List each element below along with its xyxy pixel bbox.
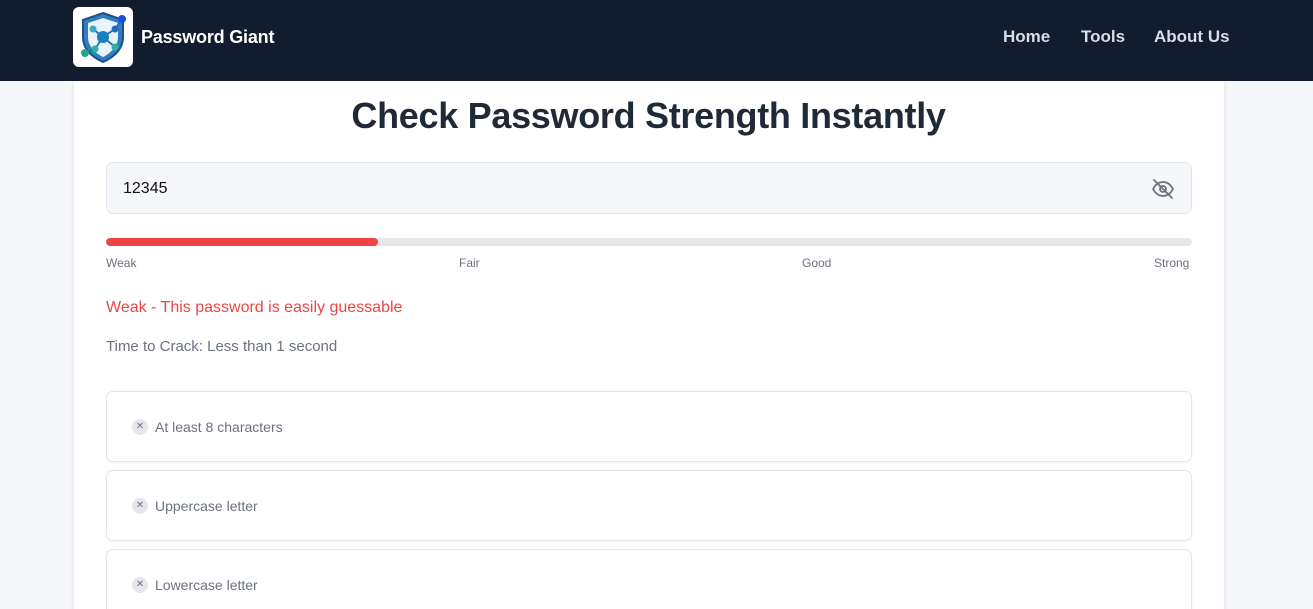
brand-name[interactable]: Password Giant <box>141 27 274 48</box>
password-input[interactable] <box>123 177 1123 201</box>
nav-tools[interactable]: Tools <box>1081 27 1125 47</box>
x-icon: ✕ <box>132 577 148 593</box>
x-icon: ✕ <box>132 498 148 514</box>
meter-label-good: Good <box>802 256 832 270</box>
nav-home[interactable]: Home <box>1003 27 1050 47</box>
x-icon: ✕ <box>132 419 148 435</box>
logo-shield-network-icon[interactable] <box>73 7 133 67</box>
password-field <box>106 162 1192 214</box>
requirement-label: Uppercase letter <box>155 498 258 514</box>
page-title: Check Password Strength Instantly <box>351 95 946 136</box>
requirement-lowercase: ✕ Lowercase letter <box>106 549 1192 609</box>
strength-meter-fill <box>106 238 378 246</box>
nav-about-us[interactable]: About Us <box>1154 27 1230 47</box>
crack-time: Time to Crack: Less than 1 second <box>106 338 338 355</box>
meter-label-fair: Fair <box>459 256 480 270</box>
strength-meter <box>106 238 1192 246</box>
eye-off-icon[interactable] <box>1151 177 1175 201</box>
top-navbar: Password Giant Home Tools About Us <box>0 0 1313 81</box>
meter-label-weak: Weak <box>106 256 137 270</box>
meter-label-strong: Strong <box>1154 256 1190 270</box>
requirement-label: Lowercase letter <box>155 577 258 593</box>
strength-status: Weak - This password is easily guessable <box>106 299 403 316</box>
requirement-label: At least 8 characters <box>155 419 283 435</box>
requirement-uppercase: ✕ Uppercase letter <box>106 470 1192 541</box>
requirement-length: ✕ At least 8 characters <box>106 391 1192 462</box>
